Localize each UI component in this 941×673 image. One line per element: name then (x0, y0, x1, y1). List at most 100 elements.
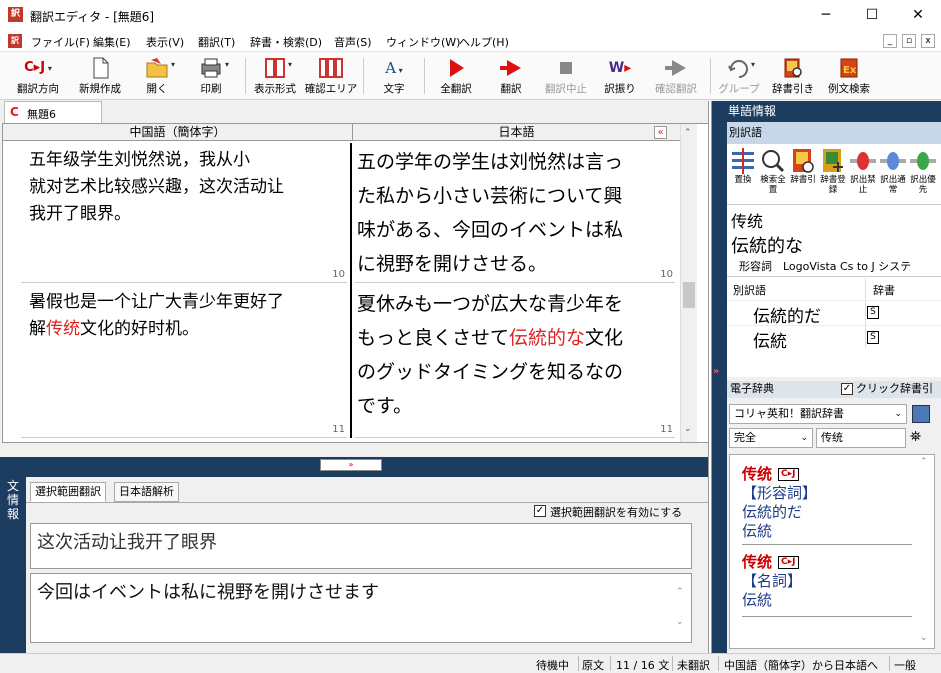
example-search-label: 例文検索 (828, 83, 870, 95)
lower-pane-splitter[interactable]: » (0, 457, 708, 477)
expand-right-button[interactable]: » (713, 366, 719, 377)
menu-translate[interactable]: 翻訳(T) (198, 34, 235, 50)
line-number: 10 (332, 269, 345, 280)
translation-direction-button[interactable]: C▸J ▾ 翻訳方向 (10, 54, 66, 98)
source-highlight-word[interactable]: 传统 (46, 319, 80, 339)
dictionary-lookup-button[interactable]: 辞書引き (768, 54, 818, 98)
menu-bar: 訳 ファイル(F) 編集(E) 表示(V) 翻訳(T) 辞書・検索(D) 音声(… (0, 31, 941, 52)
furigana-button[interactable]: W▸ 訳振り (596, 54, 644, 98)
columns-icon (319, 57, 343, 79)
target-column-header: 日本語 (352, 124, 680, 141)
menu-help[interactable]: ヘルプ(H) (459, 34, 509, 50)
replace-icon (730, 148, 756, 174)
translate-all-button[interactable]: 全翻訳 (432, 54, 480, 98)
source-cell-row-2[interactable]: 暑假也是一个让广大青少年更好了 解传统文化的好时机。 11 (21, 285, 347, 438)
confirm-translation-button[interactable]: 確認翻訳 (648, 54, 704, 98)
menu-window[interactable]: ウィンドウ(W) (386, 34, 460, 50)
display-format-button[interactable]: ▾ 表示形式 (248, 54, 302, 98)
replace-button[interactable]: 置換 (729, 148, 757, 185)
normal-translation-button[interactable]: 訳出通常 (879, 148, 907, 195)
status-text-type: 原文 (582, 659, 604, 672)
selection-target-field[interactable]: 今回はイベントは私に視野を開けさせます (30, 573, 692, 643)
alternative-row[interactable]: 伝統 S (727, 325, 941, 352)
scroll-up-icon[interactable]: ⌃ (676, 587, 684, 597)
line-number: 11 (332, 424, 345, 435)
example-search-icon: Ex (837, 57, 861, 79)
mdi-minimize-button[interactable]: _ (883, 34, 897, 48)
menu-dictionary-search[interactable]: 辞書・検索(D) (250, 34, 322, 50)
svg-text:▾: ▾ (288, 60, 292, 69)
ban-translation-icon (850, 148, 876, 174)
alternatives-subheader: 別訳語 (727, 122, 941, 144)
ban-translation-button[interactable]: 訳出禁止 (849, 148, 877, 195)
vertical-scrollbar[interactable]: ⌃ ⌄ (680, 124, 697, 442)
open-button[interactable]: ▾ 開く (132, 54, 182, 98)
font-button[interactable]: A ▾ 文字 (370, 54, 418, 98)
menu-edit[interactable]: 編集(E) (93, 34, 131, 50)
binoculars-icon[interactable]: ⛯ (910, 429, 921, 445)
translate-button[interactable]: 翻訳 (487, 54, 535, 98)
tab-japanese-analysis[interactable]: 日本語解析 (114, 482, 179, 502)
match-mode-select[interactable]: 完全 ⌄ (729, 428, 813, 448)
dictionary-settings-icon[interactable] (912, 405, 930, 423)
menu-file[interactable]: ファイル(F) (31, 34, 90, 50)
mdi-restore-button[interactable]: ▫ (902, 34, 916, 48)
entry-meaning[interactable]: 伝統的だ (742, 503, 912, 522)
minimize-button[interactable]: ─ (803, 0, 849, 31)
search-replace-all-button[interactable]: 検索全置 (759, 148, 787, 195)
scroll-down-icon[interactable]: ⌄ (676, 617, 684, 627)
print-button[interactable]: ▾ 印刷 (186, 54, 236, 98)
status-field: 一般 (894, 659, 916, 672)
target-line: 夏休みも一つが広大な青少年を (357, 293, 624, 315)
sentence-info-sidebar[interactable]: 文 情 報 (0, 477, 26, 653)
menu-view[interactable]: 表示(V) (146, 34, 184, 50)
scroll-thumb[interactable] (683, 282, 695, 308)
example-search-button[interactable]: Ex 例文検索 (822, 54, 876, 98)
alternative-row[interactable]: 伝統的だ S (727, 300, 941, 327)
expand-lower-button[interactable]: » (320, 459, 382, 471)
tab-selection-translation[interactable]: 選択範囲翻訳 (30, 482, 106, 502)
layout-icon: ▾ (263, 57, 292, 79)
target-cell-row-2[interactable]: 夏休みも一つが広大な青少年を もっと良くさせて伝統的な文化 のグッドタイミングを… (355, 285, 675, 438)
target-highlight-word[interactable]: 伝統的な (509, 327, 585, 349)
open-folder-icon: ▾ (145, 57, 175, 79)
collapse-button[interactable]: « (654, 126, 667, 139)
chevron-down-icon: ⌄ (894, 409, 902, 419)
app-icon[interactable]: 訳 (8, 7, 23, 22)
scroll-down-icon[interactable]: ⌄ (684, 424, 692, 434)
close-button[interactable]: ✕ (895, 0, 941, 31)
translate-all-label: 全翻訳 (440, 83, 472, 95)
direction-cj-icon: C▸J ▾ (24, 60, 52, 75)
status-direction: 中国語（簡体字）から日本語へ (724, 659, 878, 672)
document-icon[interactable]: 訳 (8, 34, 22, 48)
check-area-button[interactable]: 確認エリア (304, 54, 358, 98)
group-button[interactable]: ▾ グループ (714, 54, 764, 98)
selection-source-field[interactable]: 这次活动让我开了眼界 (30, 523, 692, 569)
menu-audio[interactable]: 音声(S) (334, 34, 372, 50)
dictionary-entry: 传统 C▸J 【形容詞】 伝統的だ 伝統 (742, 465, 912, 545)
dictionary-select[interactable]: コリャ英和！翻訳辞書 ⌄ (729, 404, 907, 424)
new-document-button[interactable]: 新規作成 (72, 54, 128, 98)
entry-meaning[interactable]: 伝統 (742, 522, 912, 541)
toolbar: C▸J ▾ 翻訳方向 新規作成 ▾ 開く ▾ 印刷 ▾ 表示形式 確認エリア A… (0, 52, 941, 100)
stop-translation-button[interactable]: 翻訳中止 (540, 54, 592, 98)
scroll-down-icon[interactable]: ⌄ (920, 633, 928, 643)
alternative-word: 伝統的だ (753, 307, 821, 327)
priority-translation-button[interactable]: 訳出優先 (909, 148, 937, 195)
entry-meaning[interactable]: 伝統 (742, 591, 912, 610)
query-input[interactable]: 传统 (816, 428, 906, 448)
scroll-up-icon[interactable]: ⌃ (684, 128, 692, 138)
maximize-button[interactable]: ☐ (849, 0, 895, 31)
mdi-close-button[interactable]: x (921, 34, 935, 48)
column-divider[interactable] (350, 143, 352, 438)
search-replace-all-icon (760, 148, 786, 174)
source-line: 就对艺术比较感兴趣，这次活动让 (29, 177, 284, 197)
system-dict-icon: S (867, 331, 879, 344)
dictionary-button[interactable]: 辞書引 (789, 148, 817, 185)
target-cell-row-1[interactable]: 五の学年の学生は刘悦然は言っ た私から小さい芸術について興 味がある、今回のイベ… (355, 143, 675, 283)
scroll-up-icon[interactable]: ⌃ (920, 457, 928, 467)
dictionary-register-button[interactable]: 辞書登録 (819, 148, 847, 195)
new-document-icon (88, 57, 112, 79)
tab-document[interactable]: C 無題6 (4, 101, 102, 123)
source-cell-row-1[interactable]: 五年级学生刘悦然说，我从小 就对艺术比较感兴趣，这次活动让 我开了眼界。 10 (21, 143, 347, 283)
